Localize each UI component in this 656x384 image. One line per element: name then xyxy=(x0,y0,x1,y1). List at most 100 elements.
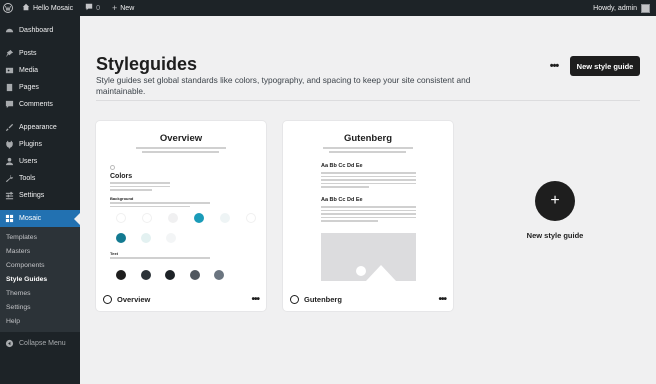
plus-icon: + xyxy=(550,192,560,209)
sidebar-item-plugins[interactable]: Plugins xyxy=(0,136,80,153)
preview-sub-background: Background xyxy=(110,196,134,201)
sidebar-item-label: Mosaic xyxy=(19,215,42,222)
wrench-icon xyxy=(5,174,14,183)
comment-icon xyxy=(5,100,14,109)
wordpress-logo-icon[interactable] xyxy=(0,0,16,16)
submenu-item-components[interactable]: Components xyxy=(0,258,80,272)
color-swatch xyxy=(168,213,178,223)
submenu-item-style-guides[interactable]: Style Guides xyxy=(0,272,80,286)
palette-icon xyxy=(103,294,112,304)
new-style-guide-button[interactable]: New style guide xyxy=(570,56,640,76)
color-swatch xyxy=(142,213,152,223)
media-icon xyxy=(5,66,14,75)
card-menu-button[interactable]: ••• xyxy=(251,294,259,305)
preview-section-colors: Colors xyxy=(110,173,133,180)
submenu-item-templates[interactable]: Templates xyxy=(0,230,80,244)
settings-icon xyxy=(5,191,14,200)
new-style-guide-add-button[interactable]: + xyxy=(535,181,575,221)
admin-sidebar: Dashboard Posts Media Pages Comments App… xyxy=(0,16,80,384)
main-content: Styleguides Style guides set global stan… xyxy=(80,16,656,384)
color-swatch xyxy=(141,233,151,243)
sidebar-item-posts[interactable]: Posts xyxy=(0,45,80,62)
collapse-menu-button[interactable]: Collapse Menu xyxy=(0,335,80,352)
sidebar-item-label: Posts xyxy=(19,50,37,57)
preview-paragraph-2 xyxy=(321,206,416,224)
submenu-item-masters[interactable]: Masters xyxy=(0,244,80,258)
page-description: Style guides set global standards like c… xyxy=(96,75,471,96)
sidebar-item-mosaic[interactable]: Mosaic xyxy=(0,210,80,227)
styleguide-card-overview[interactable]: Overview Colors Background Text Overview… xyxy=(96,121,266,311)
color-swatch xyxy=(214,270,224,280)
submenu-item-themes[interactable]: Themes xyxy=(0,286,80,300)
more-options-button[interactable]: ••• xyxy=(543,56,565,76)
preview-bg-lines xyxy=(110,202,210,209)
collapse-label: Collapse Menu xyxy=(19,340,66,347)
color-swatch xyxy=(220,213,230,223)
card-footer: Overview ••• xyxy=(96,287,266,311)
preview-sub-text: Text xyxy=(110,251,118,256)
page-icon xyxy=(5,83,14,92)
image-placeholder xyxy=(321,233,416,281)
color-swatch xyxy=(116,270,126,280)
collapse-icon xyxy=(5,339,14,348)
card-footer: Gutenberg ••• xyxy=(283,287,453,311)
account-menu[interactable]: Howdy, admin xyxy=(593,3,656,13)
card-preview: Gutenberg Aa Bb Cc Dd Ee Aa Bb Cc Dd Ee xyxy=(283,121,453,287)
preview-heading-2: Aa Bb Cc Dd Ee xyxy=(321,197,363,203)
sidebar-item-dashboard[interactable]: Dashboard xyxy=(0,22,80,39)
sidebar-item-settings[interactable]: Settings xyxy=(0,187,80,204)
card-title[interactable]: Gutenberg xyxy=(304,295,342,304)
preview-dot xyxy=(110,165,115,170)
sidebar-item-pages[interactable]: Pages xyxy=(0,79,80,96)
brush-icon xyxy=(5,123,14,132)
submenu-item-settings[interactable]: Settings xyxy=(0,300,80,314)
sidebar-item-label: Dashboard xyxy=(19,27,54,34)
palette-icon xyxy=(290,294,299,304)
swatch-row-2 xyxy=(116,233,176,243)
card-title[interactable]: Overview xyxy=(117,295,150,304)
preview-text-desc-lines xyxy=(110,257,210,261)
page-title: Styleguides xyxy=(96,54,198,74)
color-swatch xyxy=(194,213,204,223)
color-swatch xyxy=(189,270,200,280)
sidebar-item-media[interactable]: Media xyxy=(0,62,80,79)
color-swatch xyxy=(166,233,176,243)
card-menu-button[interactable]: ••• xyxy=(438,294,446,305)
submenu-item-help[interactable]: Help xyxy=(0,314,80,328)
image-placeholder-icon xyxy=(356,265,396,281)
sidebar-item-label: Media xyxy=(19,67,39,74)
preview-text-lines xyxy=(136,147,226,155)
sidebar-item-label: Tools xyxy=(19,175,36,182)
plus-icon: + xyxy=(111,3,118,13)
sidebar-item-tools[interactable]: Tools xyxy=(0,170,80,187)
color-swatch xyxy=(246,213,256,223)
preview-title: Gutenberg xyxy=(343,133,393,144)
sidebar-item-label: Plugins xyxy=(19,141,42,148)
dashboard-icon xyxy=(5,26,14,35)
mosaic-icon xyxy=(5,214,14,223)
comments-count: 0 xyxy=(96,4,100,12)
swatch-row-3 xyxy=(116,270,224,280)
mosaic-submenu: Templates Masters Components Style Guide… xyxy=(0,227,80,332)
sidebar-item-label: Pages xyxy=(19,84,39,91)
sidebar-item-appearance[interactable]: Appearance xyxy=(0,119,80,136)
home-icon xyxy=(22,3,30,13)
sidebar-item-comments[interactable]: Comments xyxy=(0,96,80,113)
sidebar-item-label: Appearance xyxy=(19,124,57,131)
site-name-link[interactable]: Hello Mosaic xyxy=(16,0,79,16)
greeting: Howdy, admin xyxy=(593,4,637,12)
site-name: Hello Mosaic xyxy=(33,4,74,12)
new-style-guide-label[interactable]: New style guide xyxy=(510,231,600,240)
comments-link[interactable]: 0 xyxy=(79,0,106,16)
preview-paragraph-1 xyxy=(321,172,416,190)
preview-desc-lines xyxy=(110,182,170,193)
plugin-icon xyxy=(5,140,14,149)
sidebar-item-label: Users xyxy=(19,158,38,165)
styleguide-card-gutenberg[interactable]: Gutenberg Aa Bb Cc Dd Ee Aa Bb Cc Dd Ee … xyxy=(283,121,453,311)
preview-text-lines xyxy=(323,147,413,155)
sidebar-item-users[interactable]: Users xyxy=(0,153,80,170)
new-label: New xyxy=(120,4,135,12)
color-swatch xyxy=(165,270,175,280)
new-content-link[interactable]: + New xyxy=(106,0,140,16)
card-preview: Overview Colors Background Text xyxy=(96,121,266,287)
